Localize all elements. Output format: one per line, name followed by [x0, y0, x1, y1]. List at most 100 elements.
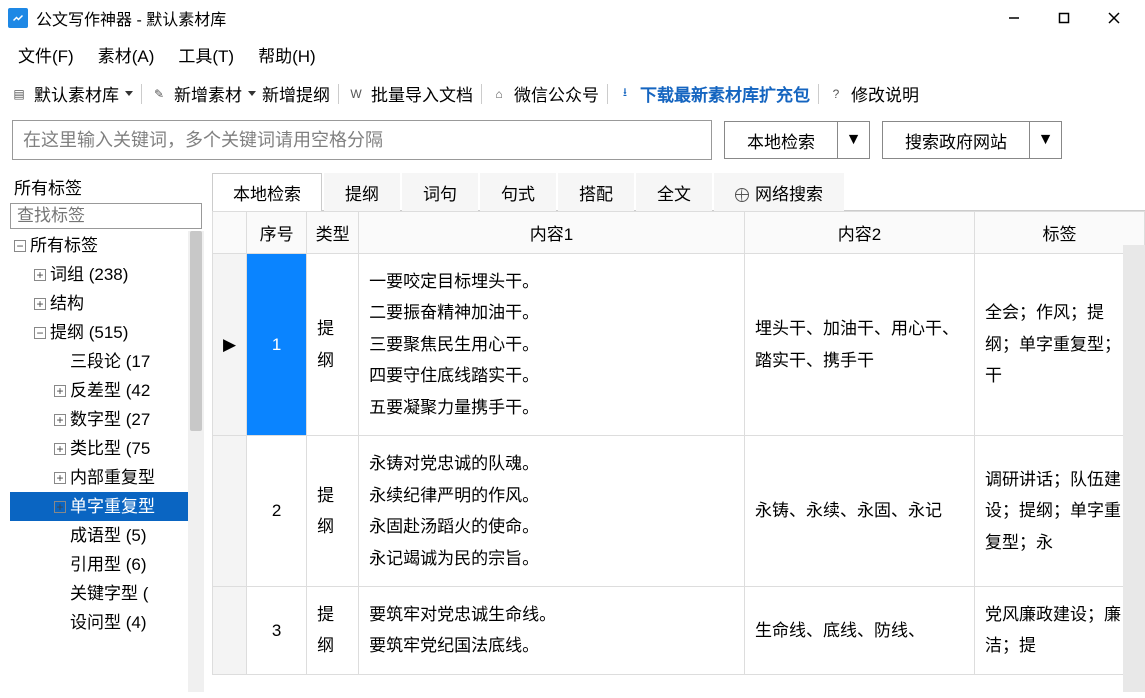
row-c1: 永铸对党忠诚的队魂。 永续纪律严明的作风。 永固赴汤蹈火的使命。 永记竭诚为民的… — [359, 436, 745, 587]
toolbar-default-library-label: 默认素材库 — [34, 81, 119, 106]
scrollbar-thumb[interactable] — [190, 231, 202, 431]
menu-bar: 文件(F) 素材(A) 工具(T) 帮助(H) — [0, 36, 1145, 77]
row-c2: 生命线、底线、防线、 — [745, 586, 975, 674]
row-tag: 党风廉政建设；廉洁；提 — [975, 586, 1145, 674]
toolbar-default-library[interactable]: 默认素材库 — [34, 81, 133, 106]
globe-icon — [735, 188, 749, 202]
window-title: 公文写作神器 - 默认素材库 — [36, 6, 226, 30]
tree-node-ci[interactable]: +词组 (238) — [10, 260, 204, 289]
expand-icon[interactable]: + — [54, 472, 66, 484]
table-wrap: 序号 类型 内容1 内容2 标签 ▶ 1 提纲 一要咬定目标埋头干。 二要振奋精… — [212, 211, 1145, 692]
row-tag: 全会；作风；提纲；单字重复型；干 — [975, 254, 1145, 436]
tree-node-guanjian[interactable]: 关键字型 ( — [10, 579, 204, 608]
col-content2[interactable]: 内容2 — [745, 212, 975, 254]
library-icon: ▤ — [10, 85, 28, 103]
expand-icon[interactable]: + — [54, 501, 66, 513]
table-scrollbar[interactable] — [1123, 245, 1145, 692]
tab-pattern[interactable]: 句式 — [480, 173, 556, 211]
sidebar: 所有标签 −所有标签 +词组 (238) +结构 −提纲 (515) 三段论 (… — [0, 172, 204, 692]
toolbar-wechat[interactable]: 微信公众号 — [514, 81, 599, 106]
close-button[interactable] — [1091, 3, 1137, 33]
collapse-icon[interactable]: − — [34, 327, 46, 339]
sidebar-title: 所有标签 — [10, 172, 204, 201]
expand-icon[interactable]: + — [54, 385, 66, 397]
home-icon: ⌂ — [490, 85, 508, 103]
table-row[interactable]: 2 提纲 永铸对党忠诚的队魂。 永续纪律严明的作风。 永固赴汤蹈火的使命。 永记… — [213, 436, 1145, 587]
tree-node-fancha[interactable]: +反差型 (42 — [10, 376, 204, 405]
results-table: 序号 类型 内容1 内容2 标签 ▶ 1 提纲 一要咬定目标埋头干。 二要振奋精… — [212, 211, 1145, 675]
chevron-down-icon[interactable]: ▼ — [837, 122, 869, 158]
row-type: 提纲 — [307, 586, 359, 674]
row-marker: ▶ — [213, 254, 247, 436]
tree-node-danzi[interactable]: +单字重复型 — [10, 492, 204, 521]
title-bar: 公文写作神器 - 默认素材库 — [0, 0, 1145, 36]
toolbar-add-material-label: 新增素材 — [174, 81, 242, 106]
minimize-button[interactable] — [991, 3, 1037, 33]
download-icon: ⭳ — [616, 85, 634, 103]
tree-node-chengyu[interactable]: 成语型 (5) — [10, 521, 204, 550]
menu-file[interactable]: 文件(F) — [18, 42, 74, 67]
row-type: 提纲 — [307, 254, 359, 436]
row-seq: 1 — [247, 254, 307, 436]
add-icon: ✎ — [150, 85, 168, 103]
row-c2: 埋头干、加油干、用心干、踏实干、携手干 — [745, 254, 975, 436]
menu-help[interactable]: 帮助(H) — [258, 42, 316, 67]
tree-node-yinyong[interactable]: 引用型 (6) — [10, 550, 204, 579]
expand-icon[interactable]: + — [34, 298, 46, 310]
local-search-label: 本地检索 — [725, 122, 837, 158]
tab-collocation[interactable]: 搭配 — [558, 173, 634, 211]
tree-node-leibi[interactable]: +类比型 (75 — [10, 434, 204, 463]
tag-search-input[interactable] — [10, 203, 202, 229]
toolbar-add-material[interactable]: 新增素材 — [174, 81, 256, 106]
menu-tool[interactable]: 工具(T) — [178, 42, 234, 67]
col-marker[interactable] — [213, 212, 247, 254]
tab-outline[interactable]: 提纲 — [324, 173, 400, 211]
toolbar: ▤ 默认素材库 ✎ 新增素材 新增提纲 W 批量导入文档 ⌂ 微信公众号 ⭳ 下… — [0, 77, 1145, 114]
toolbar-changelog[interactable]: 修改说明 — [851, 81, 919, 106]
expand-icon[interactable]: + — [54, 414, 66, 426]
row-marker — [213, 436, 247, 587]
tab-web[interactable]: 网络搜索 — [714, 173, 844, 211]
tree-node-sanduan[interactable]: 三段论 (17 — [10, 347, 204, 376]
tab-fulltext[interactable]: 全文 — [636, 173, 712, 211]
tree-node-struct[interactable]: +结构 — [10, 289, 204, 318]
table-row[interactable]: ▶ 1 提纲 一要咬定目标埋头干。 二要振奋精神加油干。 三要聚焦民生用心干。 … — [213, 254, 1145, 436]
tree-node-neibu[interactable]: +内部重复型 — [10, 463, 204, 492]
col-tag[interactable]: 标签 — [975, 212, 1145, 254]
tab-local[interactable]: 本地检索 — [212, 173, 322, 211]
maximize-button[interactable] — [1041, 3, 1087, 33]
word-icon: W — [347, 85, 365, 103]
local-search-button[interactable]: 本地检索 ▼ — [724, 121, 870, 159]
toolbar-add-outline[interactable]: 新增提纲 — [262, 81, 330, 106]
menu-material[interactable]: 素材(A) — [98, 42, 155, 67]
chevron-down-icon[interactable]: ▼ — [1029, 122, 1061, 158]
tabs: 本地检索 提纲 词句 句式 搭配 全文 网络搜索 — [212, 172, 1145, 211]
col-content1[interactable]: 内容1 — [359, 212, 745, 254]
tree-node-shuzi[interactable]: +数字型 (27 — [10, 405, 204, 434]
collapse-icon[interactable]: − — [14, 240, 26, 252]
row-seq: 3 — [247, 586, 307, 674]
tree-node-shewen[interactable]: 设问型 (4) — [10, 608, 204, 637]
row-type: 提纲 — [307, 436, 359, 587]
table-row[interactable]: 3 提纲 要筑牢对党忠诚生命线。 要筑牢党纪国法底线。 生命线、底线、防线、 党… — [213, 586, 1145, 674]
col-seq[interactable]: 序号 — [247, 212, 307, 254]
gov-search-label: 搜索政府网站 — [883, 122, 1029, 158]
col-type[interactable]: 类型 — [307, 212, 359, 254]
toolbar-batch-import[interactable]: 批量导入文档 — [371, 81, 473, 106]
row-c2: 永铸、永续、永固、永记 — [745, 436, 975, 587]
row-tag: 调研讲话；队伍建设；提纲；单字重复型；永 — [975, 436, 1145, 587]
tree-root[interactable]: −所有标签 — [10, 231, 204, 260]
row-c1: 一要咬定目标埋头干。 二要振奋精神加油干。 三要聚焦民生用心干。 四要守住底线踏… — [359, 254, 745, 436]
tree-scrollbar[interactable] — [188, 231, 204, 692]
tab-sentence[interactable]: 词句 — [402, 173, 478, 211]
search-input[interactable] — [12, 120, 712, 160]
expand-icon[interactable]: + — [34, 269, 46, 281]
search-row: 本地检索 ▼ 搜索政府网站 ▼ — [0, 114, 1145, 172]
help-icon: ? — [827, 85, 845, 103]
table-header-row: 序号 类型 内容1 内容2 标签 — [213, 212, 1145, 254]
toolbar-download-pack[interactable]: 下载最新素材库扩充包 — [640, 81, 810, 106]
tree-node-tigang[interactable]: −提纲 (515) — [10, 318, 204, 347]
expand-icon[interactable]: + — [54, 443, 66, 455]
gov-search-button[interactable]: 搜索政府网站 ▼ — [882, 121, 1062, 159]
row-seq: 2 — [247, 436, 307, 587]
